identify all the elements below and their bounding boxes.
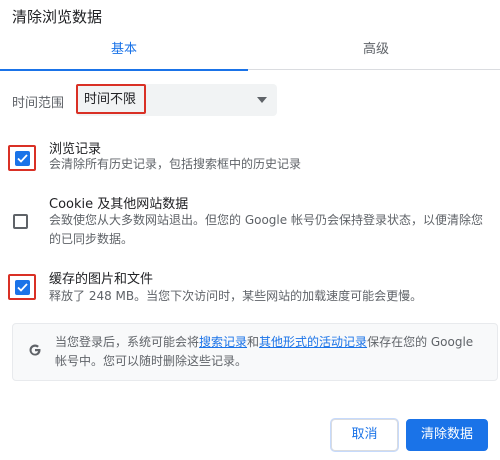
info-box: 当您登录后，系统可能会将搜索记录和其他形式的活动记录保存在您的 Google 帐…: [12, 323, 498, 381]
cached-files-checkbox[interactable]: [15, 280, 30, 295]
checkmark-icon: [17, 283, 28, 292]
time-range-select[interactable]: 时间不限: [76, 84, 277, 116]
option-title: Cookie 及其他网站数据: [49, 197, 189, 212]
time-range-value: 时间不限: [76, 84, 146, 114]
checkbox-highlight: [8, 274, 36, 300]
checkbox-wrap: [8, 210, 36, 236]
checkbox-highlight: [8, 145, 36, 171]
google-g-icon: [29, 344, 41, 356]
cookies-checkbox[interactable]: [13, 214, 28, 229]
option-description: 会致使您从大多数网站退出。但您的 Google 帐号仍会保持登录状态，以便清除您…: [49, 213, 483, 246]
tab-bar: 基本 高级: [0, 36, 500, 71]
info-text-part: 和: [247, 335, 260, 349]
cancel-button[interactable]: 取消: [331, 419, 398, 451]
tab-basic[interactable]: 基本: [0, 36, 248, 71]
dropdown-arrow-icon: [257, 97, 267, 103]
tab-advanced[interactable]: 高级: [252, 36, 500, 70]
dialog-title: 清除浏览数据: [12, 8, 103, 26]
option-description: 释放了 248 MB。当您下次访问时，某些网站的加载速度可能会更慢。: [49, 289, 423, 303]
other-activity-link[interactable]: 其他形式的活动记录: [259, 335, 367, 349]
search-history-link[interactable]: 搜索记录: [199, 335, 247, 349]
info-text: 当您登录后，系统可能会将搜索记录和其他形式的活动记录保存在您的 Google 帐…: [55, 333, 475, 371]
checkmark-icon: [17, 154, 28, 163]
time-range-label: 时间范围: [12, 96, 65, 111]
option-description: 会清除所有历史记录，包括搜索框中的历史记录: [49, 157, 302, 171]
browsing-history-checkbox[interactable]: [15, 151, 30, 166]
clear-data-button[interactable]: 清除数据: [406, 419, 488, 451]
option-title: 缓存的图片和文件: [49, 272, 154, 287]
info-text-part: 当您登录后，系统可能会将: [55, 335, 200, 349]
